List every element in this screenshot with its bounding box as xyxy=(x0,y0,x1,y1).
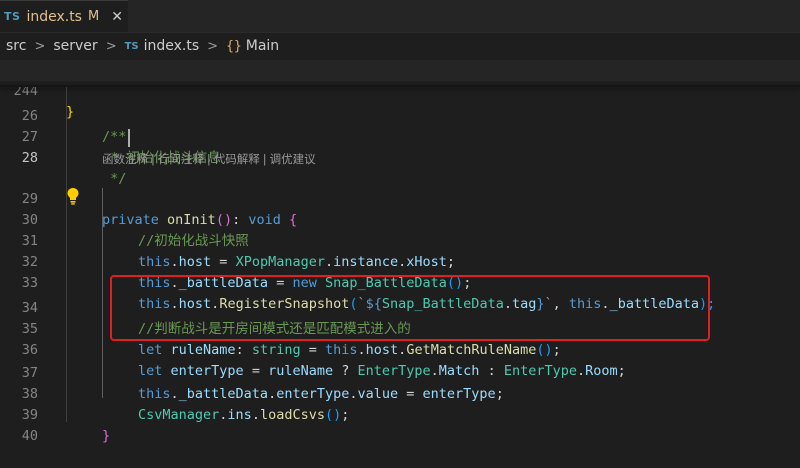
chevron-right-icon: > xyxy=(105,38,117,54)
tab-bar: TS index.ts M ✕ xyxy=(0,0,800,33)
breadcrumb-item-file[interactable]: index.ts xyxy=(144,38,200,54)
text-cursor xyxy=(128,129,130,147)
code-token: } xyxy=(102,428,111,444)
code-line[interactable]: 38 CsvManager.ins.loadCsvs(); xyxy=(0,363,800,423)
line-number: 40 xyxy=(21,428,38,444)
code-line[interactable]: 39 } xyxy=(0,384,800,444)
code-line[interactable]: 27 * 初始化战斗信息 xyxy=(0,106,800,166)
typescript-file-icon: TS xyxy=(124,40,139,52)
breadcrumb-item-server[interactable]: server xyxy=(53,38,97,54)
breadcrumb-item-src[interactable]: src xyxy=(6,38,26,54)
code-lens-tuning-advice[interactable]: 调优建议 xyxy=(270,152,316,166)
code-line[interactable]: 37 this._battleData.enterType.value = en… xyxy=(0,342,800,402)
breadcrumb: src > server > TS index.ts > {} Main xyxy=(0,33,800,59)
chevron-right-icon: > xyxy=(34,38,46,54)
code-lens-separator: | xyxy=(206,152,211,166)
code-line[interactable]: 26 /** xyxy=(0,85,800,145)
chevron-right-icon: > xyxy=(207,38,219,54)
tab-index-ts[interactable]: TS index.ts M ✕ xyxy=(0,0,128,32)
code-lens-separator: | xyxy=(151,152,155,166)
line-number: 28 xyxy=(21,150,38,166)
close-icon[interactable]: ✕ xyxy=(111,9,123,25)
code-line[interactable]: 31 this.host = XPopManager.instance.xHos… xyxy=(0,210,800,270)
code-lens-code-explain[interactable]: 代码解释 xyxy=(214,152,260,166)
code-line[interactable]: 33 this.host.RegisterSnapshot(`${Snap_Ba… xyxy=(0,252,800,312)
annotation-highlight-box xyxy=(110,275,710,341)
code-line[interactable]: 32 this._battleData = new Snap_BattleDat… xyxy=(0,231,800,291)
code-line[interactable]: 28 */ xyxy=(0,127,800,187)
code-lens-line-comment[interactable]: 行间注释 xyxy=(158,152,204,166)
code-editor[interactable]: 244 } 26 /** 27 * 初始化战斗信息 28 */ 函数注释 | 行间注… xyxy=(0,60,800,444)
code-lens: 函数注释 | 行间注释 | 代码解释 | 调优建议 xyxy=(102,150,316,168)
typescript-file-icon: TS xyxy=(4,10,21,23)
code-line[interactable]: 29 private onInit(): void { xyxy=(0,168,800,228)
code-lens-separator: | xyxy=(262,152,267,166)
code-lens-function-comment[interactable]: 函数注释 xyxy=(102,152,148,166)
sticky-scroll-line[interactable]: 244 } xyxy=(0,60,800,120)
modified-badge: M xyxy=(87,9,100,24)
breadcrumb-item-symbol[interactable]: Main xyxy=(246,38,279,54)
code-line[interactable]: 30 //初始化战斗快照 xyxy=(0,189,800,249)
code-line[interactable]: 40 xyxy=(0,405,800,444)
namespace-icon: {} xyxy=(226,38,242,54)
tab-label: index.ts xyxy=(26,8,82,25)
